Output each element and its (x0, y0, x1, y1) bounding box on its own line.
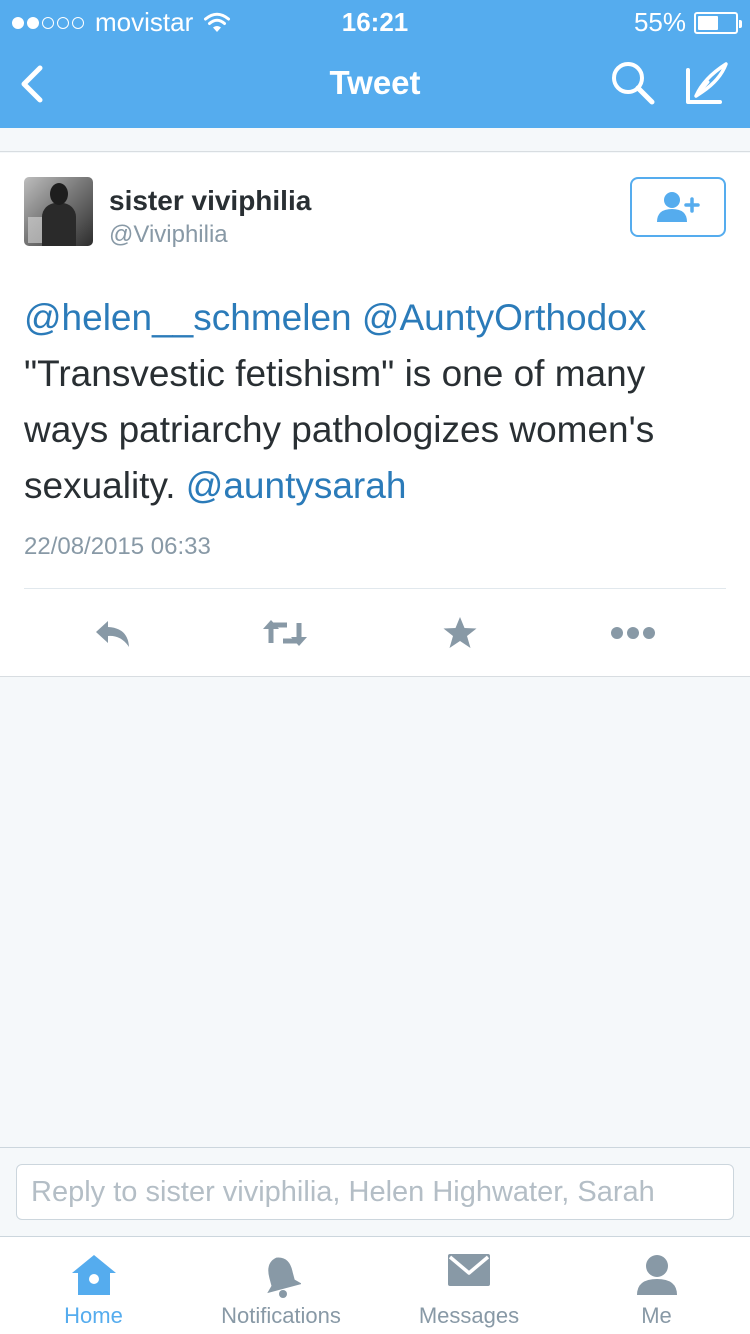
search-icon (612, 62, 655, 105)
reply-icon (96, 621, 129, 647)
avatar[interactable] (24, 177, 93, 246)
tab-label: Messages (418, 1303, 520, 1328)
status-bar: movistar 16:21 55% (0, 0, 750, 40)
add-user-icon (657, 192, 700, 222)
search-button[interactable] (610, 60, 656, 106)
status-right: 55% (633, 7, 742, 38)
tab-home[interactable]: Home (0, 1237, 187, 1334)
compose-button[interactable] (682, 58, 732, 108)
tab-me[interactable]: Me (563, 1237, 750, 1334)
tab-bar: Home Notifications Messages Me (0, 1236, 750, 1334)
person-icon (636, 1255, 677, 1295)
favorite-button[interactable] (435, 615, 485, 651)
follow-button[interactable] (630, 177, 726, 237)
compose-icon (686, 62, 728, 104)
more-button[interactable] (608, 615, 658, 651)
reply-button[interactable] (88, 615, 138, 651)
home-icon (71, 1255, 116, 1295)
battery-icon (694, 11, 742, 34)
favorite-icon (443, 617, 477, 648)
tweet-timestamp: 22/08/2015 06:33 (24, 533, 211, 560)
tab-notifications[interactable]: Notifications (187, 1237, 375, 1334)
battery-level (698, 15, 718, 30)
tweet-detail: sister viviphilia @Viviphilia @helen__sc… (0, 153, 750, 677)
tweet-body: @helen__schmelen @AuntyOrthodox "Transve… (24, 290, 734, 514)
reply-input[interactable] (16, 1164, 734, 1220)
mention-link[interactable]: @AuntyOrthodox (362, 297, 646, 338)
battery-percent: 55% (633, 7, 686, 37)
mention-link[interactable]: @auntysarah (186, 465, 407, 506)
more-icon (611, 627, 655, 639)
tab-label: Home (64, 1303, 123, 1328)
mention-link[interactable]: @helen__schmelen (24, 297, 352, 338)
retweet-icon (263, 620, 307, 646)
retweet-button[interactable] (260, 615, 310, 651)
author-display-name[interactable]: sister viviphilia (109, 185, 311, 217)
divider (24, 588, 726, 589)
app-header: movistar 16:21 55% Tweet (0, 0, 750, 128)
tab-messages[interactable]: Messages (375, 1237, 563, 1334)
tweet-actions (0, 605, 750, 661)
tab-label: Notifications (221, 1303, 341, 1328)
author-handle[interactable]: @Viviphilia (109, 221, 228, 249)
tab-label: Me (641, 1303, 672, 1328)
reply-bar (0, 1147, 750, 1235)
previous-tweet-peek (0, 128, 750, 152)
nav-bar: Tweet (0, 40, 750, 128)
bell-icon (267, 1257, 301, 1298)
envelope-icon (448, 1254, 490, 1286)
